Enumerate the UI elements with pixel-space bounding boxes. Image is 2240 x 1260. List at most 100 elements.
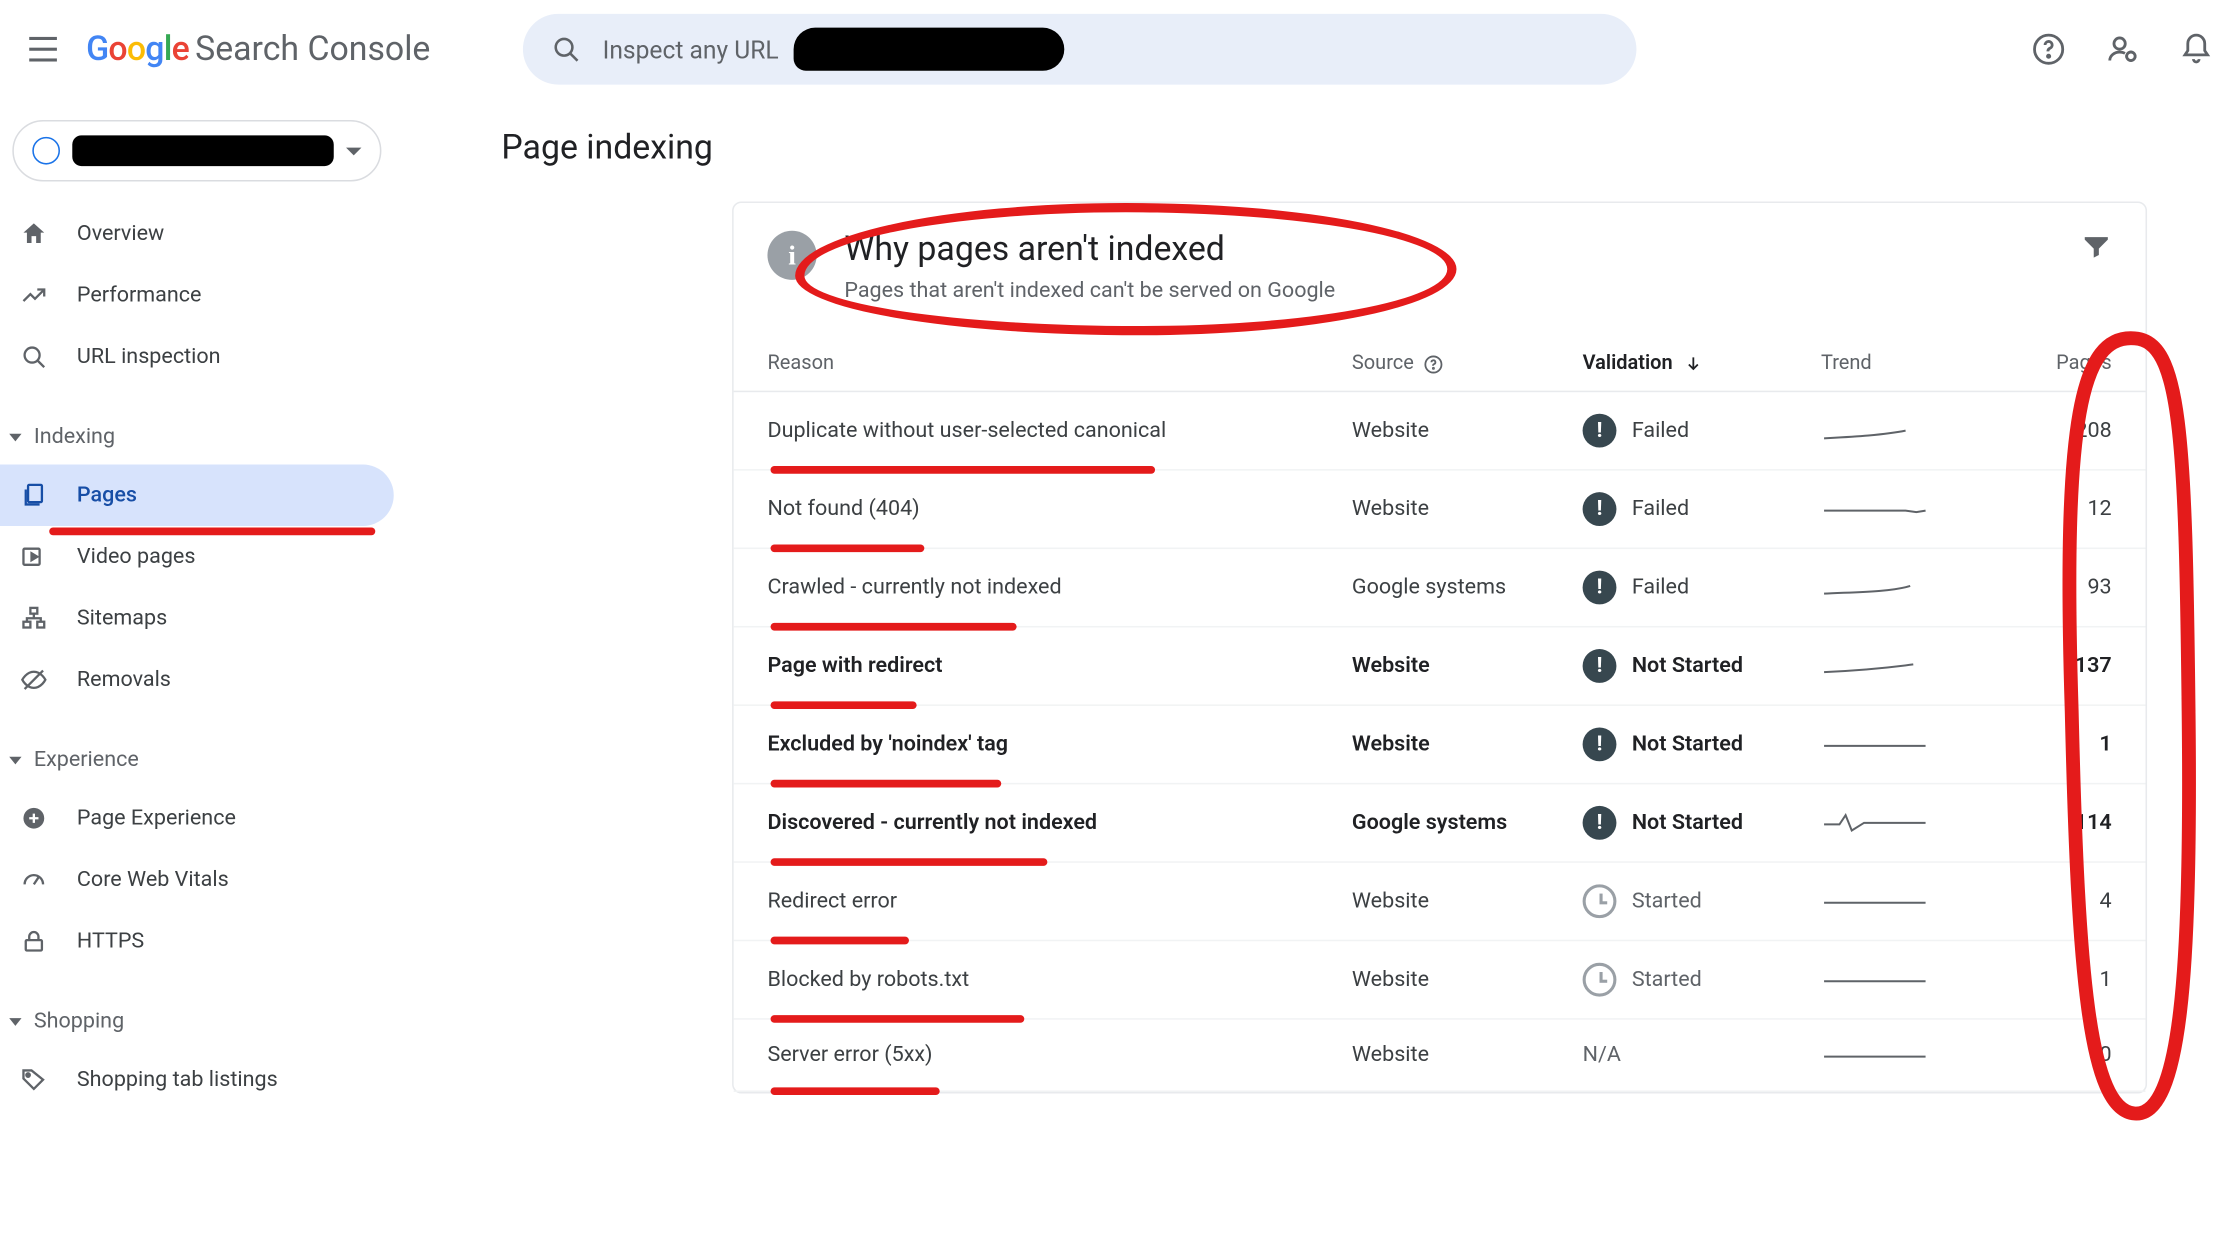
- help-icon[interactable]: [2030, 31, 2067, 68]
- property-selector[interactable]: [12, 120, 381, 182]
- sitemap-icon: [18, 603, 49, 634]
- google-logo: Google: [86, 30, 189, 68]
- sidebar-item-url-inspection[interactable]: URL inspection: [0, 326, 394, 388]
- sparkline-icon: [1821, 652, 1929, 680]
- reason-cell: Blocked by robots.txt: [767, 967, 1351, 992]
- sparkline-icon: [1821, 417, 1929, 445]
- table-row[interactable]: Redirect error Website Started 4: [734, 863, 2146, 941]
- search-icon: [550, 34, 581, 65]
- source-cell: Website: [1352, 732, 1583, 757]
- redacted-property-name: [72, 135, 333, 166]
- error-icon: !: [1583, 727, 1617, 761]
- source-cell: Google systems: [1352, 575, 1583, 600]
- sidebar-item-sitemaps[interactable]: Sitemaps: [0, 588, 394, 650]
- col-header-validation[interactable]: Validation: [1583, 352, 1821, 375]
- validation-status: Started: [1632, 967, 1702, 992]
- product-name: Search Console: [195, 30, 430, 68]
- sidebar-item-core-web-vitals[interactable]: Core Web Vitals: [0, 849, 394, 911]
- sidebar-section-indexing[interactable]: Indexing: [0, 409, 394, 464]
- validation-status: Not Started: [1632, 811, 1743, 836]
- table-row[interactable]: Not found (404) Website !Failed 12: [734, 471, 2146, 549]
- sidebar-item-page-experience[interactable]: Page Experience: [0, 787, 394, 849]
- sidebar-item-overview[interactable]: Overview: [0, 203, 394, 265]
- table-row[interactable]: Discovered - currently not indexed Googl…: [734, 784, 2146, 862]
- triangle-down-icon: [9, 1017, 21, 1025]
- url-inspect-search[interactable]: Inspect any URL: [523, 14, 1637, 85]
- hamburger-menu-icon[interactable]: [25, 31, 62, 68]
- validation-cell: !Not Started: [1583, 727, 1821, 761]
- table-row[interactable]: Crawled - currently not indexed Google s…: [734, 549, 2146, 627]
- annotation-underline: [771, 1087, 940, 1095]
- not-indexed-reasons-card: i Why pages aren't indexed Pages that ar…: [732, 201, 2147, 1093]
- sidebar-item-label: Overview: [77, 221, 164, 246]
- table-row[interactable]: Server error (5xx) Website N/A 0: [734, 1020, 2146, 1092]
- col-header-reason[interactable]: Reason: [767, 352, 1351, 375]
- globe-icon: [32, 137, 60, 165]
- reason-cell: Crawled - currently not indexed: [767, 575, 1351, 600]
- sidebar-item-label: Performance: [77, 283, 202, 308]
- pages-cell: 114: [1975, 811, 2112, 836]
- sidebar-item-pages[interactable]: Pages: [0, 464, 394, 526]
- home-icon: [18, 218, 49, 249]
- validation-cell: !Failed: [1583, 492, 1821, 526]
- sparkline-icon: [1821, 1041, 1929, 1069]
- trend-cell: [1821, 731, 1975, 759]
- sparkline-icon: [1821, 731, 1929, 759]
- source-cell: Website: [1352, 889, 1583, 914]
- sidebar-section[interactable]: Shopping: [0, 994, 394, 1049]
- triangle-down-icon: [9, 756, 21, 764]
- info-icon: i: [767, 231, 816, 280]
- sidebar-item-video-pages[interactable]: Video pages: [0, 526, 394, 588]
- validation-status: Failed: [1632, 418, 1689, 443]
- user-settings-icon[interactable]: [2104, 31, 2141, 68]
- filter-icon[interactable]: [2081, 231, 2112, 262]
- reason-cell: Page with redirect: [767, 654, 1351, 679]
- sidebar-item-label: Sitemaps: [77, 606, 167, 631]
- table-row[interactable]: Page with redirect Website !Not Started …: [734, 628, 2146, 706]
- sparkline-icon: [1821, 809, 1929, 837]
- pages-cell: 12: [1975, 497, 2112, 522]
- pages-cell: 137: [1975, 654, 2112, 679]
- table-row[interactable]: Excluded by 'noindex' tag Website !Not S…: [734, 706, 2146, 784]
- pages-cell: 93: [1975, 575, 2112, 600]
- table-header: Reason Source Validation Trend Pages: [734, 337, 2146, 392]
- trend-cell: [1821, 1041, 1975, 1069]
- sidebar: Overview Performance URL inspection Inde…: [0, 98, 394, 1110]
- trend-cell: [1821, 417, 1975, 445]
- source-cell: Website: [1352, 497, 1583, 522]
- col-header-pages[interactable]: Pages: [1975, 352, 2112, 375]
- reason-cell: Redirect error: [767, 889, 1351, 914]
- col-header-trend: Trend: [1821, 352, 1975, 375]
- main-content: Page indexing i Why pages aren't indexed…: [394, 98, 2240, 1110]
- trend-cell: [1821, 495, 1975, 523]
- sidebar-item-shopping-tab[interactable]: Shopping tab listings: [0, 1049, 394, 1111]
- table-row[interactable]: Duplicate without user-selected canonica…: [734, 392, 2146, 470]
- sidebar-item-performance[interactable]: Performance: [0, 265, 394, 327]
- plus-circle-icon: [18, 803, 49, 834]
- reason-cell: Duplicate without user-selected canonica…: [767, 418, 1351, 443]
- redacted-property-text: [794, 28, 1065, 71]
- trend-cell: [1821, 887, 1975, 915]
- validation-status: Started: [1632, 889, 1702, 914]
- sidebar-item-https[interactable]: HTTPS: [0, 910, 394, 972]
- validation-status: Failed: [1632, 497, 1689, 522]
- sidebar-section-label: Indexing: [34, 424, 115, 449]
- clock-icon: [1583, 963, 1617, 997]
- table-row[interactable]: Blocked by robots.txt Website Started 1: [734, 941, 2146, 1019]
- sidebar-section-experience[interactable]: Experience: [0, 732, 394, 787]
- search-icon: [18, 341, 49, 372]
- arrow-down-icon: [1682, 353, 1704, 375]
- sidebar-item-label: Removals: [77, 667, 171, 692]
- notifications-bell-icon[interactable]: [2178, 31, 2215, 68]
- reason-cell: Excluded by 'noindex' tag: [767, 732, 1351, 757]
- sidebar-item-label: HTTPS: [77, 929, 144, 954]
- col-header-source[interactable]: Source: [1352, 352, 1583, 375]
- trend-cell: [1821, 574, 1975, 602]
- page-title: Page indexing: [501, 129, 2239, 167]
- sparkline-icon: [1821, 495, 1929, 523]
- validation-cell: !Failed: [1583, 571, 1821, 605]
- sidebar-item-removals[interactable]: Removals: [0, 649, 394, 711]
- sidebar-item-label: URL inspection: [77, 345, 221, 370]
- product-logo[interactable]: Google Search Console: [86, 30, 430, 68]
- source-cell: Website: [1352, 654, 1583, 679]
